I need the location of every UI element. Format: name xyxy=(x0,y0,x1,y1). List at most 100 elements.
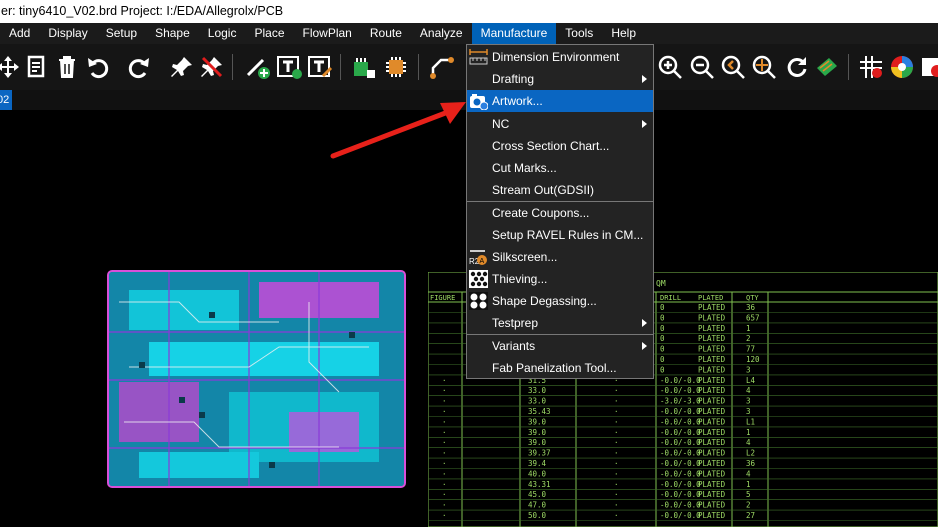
menu-tools[interactable]: Tools xyxy=(556,23,602,44)
edit-text-icon[interactable] xyxy=(306,53,334,81)
drill-table-cell: 0 xyxy=(660,334,665,343)
drill-table-cell: 1 xyxy=(746,428,751,437)
drill-table-cell: · xyxy=(614,438,619,447)
menu-item-shape-degassing[interactable]: Shape Degassing... xyxy=(467,290,653,312)
route-icon[interactable] xyxy=(428,53,456,81)
copy-icon[interactable] xyxy=(22,53,50,81)
drill-table-cell: · xyxy=(442,469,447,478)
menu-route[interactable]: Route xyxy=(361,23,411,44)
component-icon[interactable] xyxy=(350,53,378,81)
menu-item-fab-panelization-tool[interactable]: Fab Panelization Tool... xyxy=(467,357,653,379)
menu-item-cross-section-chart[interactable]: Cross Section Chart... xyxy=(467,135,653,157)
toolbar-separator xyxy=(232,54,233,80)
menu-item-stream-out[interactable]: Stream Out(GDSII) xyxy=(467,179,653,201)
menu-logic[interactable]: Logic xyxy=(199,23,246,44)
menu-display[interactable]: Display xyxy=(39,23,96,44)
drill-table-cell: PLATED xyxy=(698,313,726,322)
menu-bar: Add Display Setup Shape Logic Place Flow… xyxy=(0,23,938,44)
unpin-icon[interactable] xyxy=(198,53,226,81)
zoom-out-icon[interactable] xyxy=(688,53,716,81)
zoom-in-icon[interactable] xyxy=(656,53,684,81)
toolbar-separator xyxy=(340,54,341,80)
submenu-arrow-icon xyxy=(642,342,647,350)
drill-col-qty: QTY xyxy=(746,294,759,302)
menu-setup[interactable]: Setup xyxy=(97,23,146,44)
drill-table-cell: · xyxy=(442,417,447,426)
drill-table-cell: -0.0/-0.0 xyxy=(660,428,701,437)
drill-table-cell: 1 xyxy=(746,480,751,489)
drill-table-cell: · xyxy=(442,449,447,458)
menu-item-create-coupons[interactable]: Create Coupons... xyxy=(467,202,653,224)
menu-place[interactable]: Place xyxy=(245,23,293,44)
drill-table-cell: 36 xyxy=(746,459,756,468)
submenu-arrow-icon xyxy=(642,120,647,128)
move-icon[interactable] xyxy=(0,53,22,81)
document-tab[interactable]: 02 xyxy=(0,90,12,110)
drill-table-cell: L2 xyxy=(746,449,755,458)
undo-icon[interactable] xyxy=(84,53,112,81)
add-text-icon[interactable] xyxy=(275,53,303,81)
redraw-icon[interactable] xyxy=(782,53,810,81)
zoom-previous-icon[interactable] xyxy=(719,53,747,81)
drill-table-cell: · xyxy=(614,469,619,478)
menu-item-testprep[interactable]: Testprep xyxy=(467,312,653,334)
drill-table-cell: 50.0 xyxy=(528,511,547,520)
delete-icon[interactable] xyxy=(53,53,81,81)
menu-item-variants[interactable]: Variants xyxy=(467,335,653,357)
drill-table-cell: · xyxy=(442,407,447,416)
drill-table-cell: 33.0 xyxy=(528,397,547,406)
drill-table-cell: -0.0/-0.0 xyxy=(660,490,701,499)
grid-icon[interactable] xyxy=(857,53,885,81)
drill-table-cell: · xyxy=(614,511,619,520)
menu-item-dimension-environment[interactable]: Dimension Environment xyxy=(467,46,653,68)
toolbar-separator xyxy=(418,54,419,80)
thieving-icon xyxy=(469,270,488,288)
menu-item-setup-ravel-rules[interactable]: Setup RAVEL Rules in CM... xyxy=(467,224,653,246)
chip-icon[interactable] xyxy=(382,53,410,81)
drill-table-cell: PLATED xyxy=(698,438,726,447)
drill-table-cell: · xyxy=(614,449,619,458)
3d-view-icon[interactable] xyxy=(813,53,841,81)
drill-table-cell: PLATED xyxy=(698,365,726,374)
menu-shape[interactable]: Shape xyxy=(146,23,199,44)
menu-item-cut-marks[interactable]: Cut Marks... xyxy=(467,157,653,179)
menu-help[interactable]: Help xyxy=(602,23,645,44)
drill-table-cell: 2 xyxy=(746,334,751,343)
drill-table-heading: QM xyxy=(656,279,666,288)
menu-item-thieving[interactable]: Thieving... xyxy=(467,268,653,290)
pin-icon[interactable] xyxy=(168,53,196,81)
drill-table-cell: -0.0/-0.0 xyxy=(660,469,701,478)
drill-table-cell: 3 xyxy=(746,365,751,374)
drill-table-cell: PLATED xyxy=(698,397,726,406)
menu-analyze[interactable]: Analyze xyxy=(411,23,472,44)
menu-manufacture[interactable]: Manufacture xyxy=(471,23,557,44)
color-icon[interactable] xyxy=(888,53,916,81)
drill-table-cell: · xyxy=(442,511,447,520)
add-line-icon[interactable] xyxy=(244,53,272,81)
drill-table-cell: · xyxy=(614,501,619,510)
zoom-center-icon[interactable] xyxy=(750,53,778,81)
drill-table-cell: · xyxy=(614,386,619,395)
drill-col-drill: DRILL xyxy=(660,294,681,302)
drill-table-cell: · xyxy=(442,459,447,468)
drill-table-cell: PLATED xyxy=(698,407,726,416)
svg-text:A: A xyxy=(480,258,485,265)
drill-table-cell: · xyxy=(614,480,619,489)
menu-item-artwork[interactable]: Artwork... xyxy=(467,90,653,112)
menu-add[interactable]: Add xyxy=(0,23,39,44)
drill-table-cell: PLATED xyxy=(698,355,726,364)
drill-table-cell: 4 xyxy=(746,386,751,395)
drill-table-cell: · xyxy=(442,480,447,489)
drill-table-cell: 5 xyxy=(746,490,751,499)
redo-icon[interactable] xyxy=(125,53,153,81)
menu-flowplan[interactable]: FlowPlan xyxy=(294,23,361,44)
drill-table-cell: 0 xyxy=(660,313,665,322)
silkscreen-icon: R2 A xyxy=(469,248,488,266)
visibility-icon[interactable] xyxy=(918,53,938,81)
menu-item-nc[interactable]: NC xyxy=(467,113,653,135)
drill-table-cell: 40.0 xyxy=(528,469,547,478)
drill-table-cell: 0 xyxy=(660,355,665,364)
drill-table-cell: 0 xyxy=(660,303,665,312)
menu-item-drafting[interactable]: Drafting xyxy=(467,68,653,90)
menu-item-silkscreen[interactable]: R2 A Silkscreen... xyxy=(467,246,653,268)
